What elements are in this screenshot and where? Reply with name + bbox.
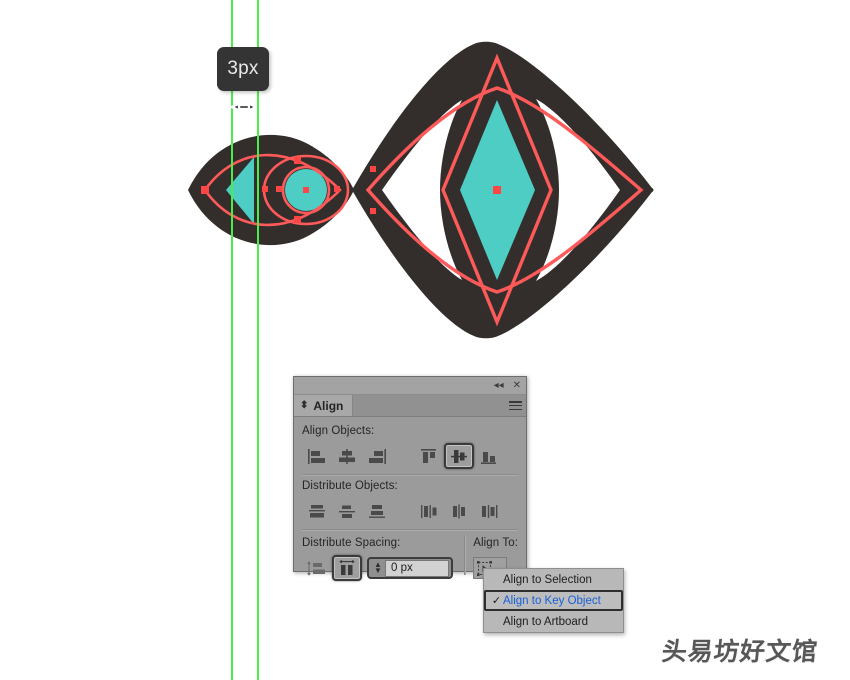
tabbar-filler <box>353 395 504 416</box>
anchor-point <box>294 157 301 164</box>
distribute-spacing-label: Distribute Spacing: <box>302 537 401 549</box>
panel-tabbar[interactable]: ⬍ Align <box>294 395 526 417</box>
horizontal-distribute-spacing-button[interactable] <box>332 555 362 581</box>
vertical-divider <box>464 535 467 575</box>
vertical-distribute-bottom-button[interactable] <box>362 498 392 524</box>
anchor-point <box>370 208 376 214</box>
panel-body: Align Objects: Distribute Objects: Distr… <box>294 417 526 583</box>
menu-item-align-to-selection[interactable]: Align to Selection <box>484 569 623 590</box>
vertical-align-bottom-button[interactable] <box>474 443 504 469</box>
horizontal-distribute-left-button[interactable] <box>414 498 444 524</box>
close-icon[interactable]: ✕ <box>513 380 521 391</box>
tab-align-label: Align <box>313 398 344 413</box>
panel-titlebar[interactable]: ◂◂ ✕ <box>294 377 526 395</box>
anchor-point <box>262 186 268 192</box>
align-to-label: Align To: <box>473 537 518 549</box>
align-objects-button-row <box>302 441 518 471</box>
anchor-point <box>370 166 376 172</box>
menu-check-icon: ✓ <box>491 595 502 607</box>
horizontal-resize-cursor-icon <box>230 101 258 113</box>
horizontal-align-left-button[interactable] <box>302 443 332 469</box>
vertical-align-center-button[interactable] <box>444 443 474 469</box>
vertical-distribute-center-button[interactable] <box>332 498 362 524</box>
anchor-point <box>276 186 282 192</box>
menu-item-label: Align to Artboard <box>503 615 589 628</box>
horizontal-align-right-button[interactable] <box>362 443 392 469</box>
vertical-align-top-button[interactable] <box>414 443 444 469</box>
menu-item-label: Align to Key Object <box>503 594 601 607</box>
spacing-stepper[interactable]: ▲ ▼ <box>371 561 385 575</box>
vertical-distribute-top-button[interactable] <box>302 498 332 524</box>
measurement-value: 3px <box>227 58 259 79</box>
align-panel[interactable]: ◂◂ ✕ ⬍ Align Align Objects: Distribute O… <box>293 376 527 581</box>
vertical-distribute-spacing-button[interactable] <box>302 555 332 581</box>
distribute-objects-button-row <box>302 496 518 526</box>
anchor-point <box>294 216 301 223</box>
spacing-value-field[interactable]: ▲ ▼ 0 px <box>367 557 453 579</box>
menu-item-label: Align to Selection <box>503 573 592 586</box>
menu-item-align-to-artboard[interactable]: Align to Artboard <box>484 611 623 632</box>
spacing-value-input[interactable]: 0 px <box>385 559 449 577</box>
anchor-point-center <box>493 186 501 194</box>
anchor-point <box>334 186 340 192</box>
watermark: 头易坊好文馆 <box>660 637 820 666</box>
horizontal-distribute-center-button[interactable] <box>444 498 474 524</box>
collapse-icon[interactable]: ◂◂ <box>494 380 504 391</box>
distribute-objects-label: Distribute Objects: <box>302 480 398 492</box>
section-divider-1 <box>302 474 518 476</box>
align-objects-label: Align Objects: <box>302 425 375 437</box>
horizontal-distribute-right-button[interactable] <box>474 498 504 524</box>
section-divider-2 <box>302 529 518 531</box>
anchor-point <box>201 186 209 194</box>
measurement-tooltip: 3px <box>217 47 269 91</box>
tab-align[interactable]: ⬍ Align <box>294 395 354 416</box>
menu-item-align-to-key-object[interactable]: ✓ Align to Key Object <box>484 590 623 611</box>
right-eye-group <box>352 41 654 339</box>
distribute-spacing-row: ▲ ▼ 0 px <box>302 553 457 583</box>
anchor-point <box>303 187 309 193</box>
tab-toggle-icon: ⬍ <box>300 400 309 411</box>
horizontal-align-center-button[interactable] <box>332 443 362 469</box>
align-to-dropdown-menu[interactable]: Align to Selection ✓ Align to Key Object… <box>483 568 624 633</box>
panel-menu-icon[interactable] <box>504 395 526 416</box>
